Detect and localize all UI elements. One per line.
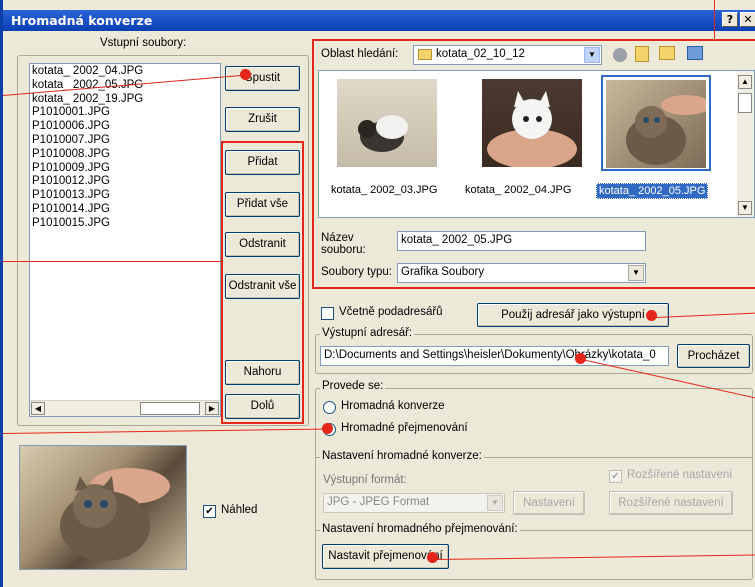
scroll-right-icon[interactable]: ▶ (205, 402, 219, 415)
look-in-select[interactable]: kotata_02_10_12 ▼ (413, 45, 602, 65)
advanced-settings-button[interactable]: Rozšířené nastavení (609, 491, 733, 515)
scroll-thumb-v[interactable] (738, 93, 752, 113)
thumbnail-1-caption: kotata_ 2002_03.JPG (331, 184, 438, 196)
settings-button[interactable]: Nastavení (513, 491, 585, 515)
thumbnail-2-caption: kotata_ 2002_04.JPG (465, 184, 572, 196)
cancel-button[interactable]: Zrušit (225, 107, 300, 132)
thumbnail-3-caption: kotata_ 2002_05.JPG (596, 183, 709, 199)
callout-line-rename (3, 428, 329, 434)
filename-label: Název souboru: (321, 232, 366, 256)
title-bar: Hromadná konverze ? ✕ (3, 10, 755, 31)
batch-convert-radio[interactable] (323, 401, 336, 414)
batch-conversion-window: Hromadná konverze ? ✕ Vstupní soubory: k… (0, 0, 755, 587)
add-button[interactable]: Přidat (225, 150, 300, 175)
convert-settings-label: Nastavení hromadné konverze: (320, 450, 484, 462)
filetype-select[interactable]: Grafika Soubory ▼ (397, 263, 646, 283)
advanced-label: Rozšířené nastavení (627, 469, 733, 481)
look-in-value: kotata_02_10_12 (436, 48, 525, 60)
horizontal-scrollbar[interactable]: ◀ ▶ (30, 400, 220, 416)
scroll-up-icon[interactable]: ▲ (738, 75, 752, 89)
input-files-label: Vstupní soubory: (98, 37, 189, 49)
look-in-label: Oblast hledání: (321, 48, 399, 60)
use-as-output-button[interactable]: Použij adresář jako výstupní (477, 303, 669, 327)
callout-line-buttons (3, 261, 223, 262)
format-label: Výstupní formát: (323, 474, 407, 486)
thumbnail-3-selected[interactable] (601, 75, 711, 171)
format-value: JPG - JPEG Format (327, 496, 430, 508)
preview-image (19, 445, 187, 570)
browse-button[interactable]: Procházet (677, 344, 750, 368)
thumbnail-2[interactable] (482, 79, 582, 167)
folder-icon (418, 49, 432, 60)
list-item[interactable]: P1010008.JPG (32, 148, 218, 162)
add-all-button[interactable]: Přidat vše (225, 192, 300, 217)
batch-rename-label: Hromadné přejmenování (341, 422, 468, 434)
output-dir-label: Výstupní adresář: (320, 327, 415, 339)
filetype-value: Grafika Soubory (401, 266, 485, 278)
preview-checkbox[interactable]: ✔ (203, 505, 216, 518)
vertical-scrollbar[interactable]: ▲ ▼ (737, 71, 754, 217)
callout-dot-setrename (427, 552, 438, 563)
list-item[interactable]: P1010014.JPG (32, 203, 218, 217)
list-item[interactable]: P1010006.JPG (32, 120, 218, 134)
include-subdirs-checkbox[interactable] (321, 307, 334, 320)
filetype-label: Soubory typu: (321, 266, 392, 278)
callout-dot-output (646, 310, 657, 321)
thumbnail-1[interactable] (337, 79, 437, 167)
preview-label: Náhled (221, 504, 258, 516)
cat-photo-icon (60, 468, 170, 561)
callout-line-browser (714, 0, 715, 39)
format-select[interactable]: JPG - JPEG Format ▼ (323, 493, 505, 513)
window-title: Hromadná konverze (11, 13, 153, 28)
scroll-thumb[interactable] (140, 402, 200, 415)
close-button[interactable]: ✕ (740, 12, 755, 27)
new-folder-icon[interactable] (659, 46, 675, 60)
chevron-down-icon[interactable]: ▼ (584, 47, 600, 63)
thumbnail-view[interactable]: kotata_ 2002_03.JPG kotata_ 2002_04.JPG … (318, 70, 755, 218)
list-item[interactable]: P1010007.JPG (32, 134, 218, 148)
remove-button[interactable]: Odstranit (225, 232, 300, 257)
up-button[interactable]: Nahoru (225, 360, 300, 385)
perform-label: Provede se: (320, 380, 386, 392)
back-icon[interactable] (613, 48, 627, 62)
callout-dot-start (240, 69, 251, 80)
scroll-down-icon[interactable]: ▼ (738, 201, 752, 215)
list-item[interactable]: P1010012.JPG (32, 175, 218, 189)
start-button[interactable]: Spustit (225, 66, 300, 91)
batch-convert-label: Hromadná konverze (341, 400, 445, 412)
advanced-checkbox[interactable]: ✔ (609, 470, 622, 483)
chevron-down-icon[interactable]: ▼ (487, 495, 503, 511)
down-button[interactable]: Dolů (225, 394, 300, 419)
scroll-left-icon[interactable]: ◀ (31, 402, 45, 415)
list-item[interactable]: P1010001.JPG (32, 106, 218, 120)
callout-dot-rename (322, 423, 333, 434)
view-menu-icon[interactable] (687, 46, 703, 60)
list-item[interactable]: P1010009.JPG (32, 162, 218, 176)
list-item[interactable]: P1010013.JPG (32, 189, 218, 203)
list-item[interactable]: P1010015.JPG (32, 217, 218, 231)
list-item[interactable]: kotata_ 2002_19.JPG (32, 93, 218, 107)
callout-line-output (656, 312, 755, 318)
chevron-down-icon[interactable]: ▼ (628, 265, 644, 281)
up-folder-icon[interactable] (635, 46, 649, 62)
remove-all-button[interactable]: Odstranit vše (225, 274, 300, 299)
include-subdirs-label: Včetně podadresářů (339, 306, 443, 318)
help-button[interactable]: ? (722, 12, 738, 27)
filename-input[interactable]: kotata_ 2002_05.JPG (397, 231, 646, 251)
rename-settings-label: Nastavení hromadného přejmenování: (320, 523, 520, 535)
list-item[interactable]: kotata_ 2002_04.JPG (32, 65, 218, 79)
callout-dot-dir (575, 353, 586, 364)
input-files-list[interactable]: kotata_ 2002_04.JPG kotata_ 2002_05.JPG ko… (29, 63, 221, 417)
output-dir-input[interactable]: D:\Documents and Settings\heisler\Dokume… (320, 346, 669, 366)
